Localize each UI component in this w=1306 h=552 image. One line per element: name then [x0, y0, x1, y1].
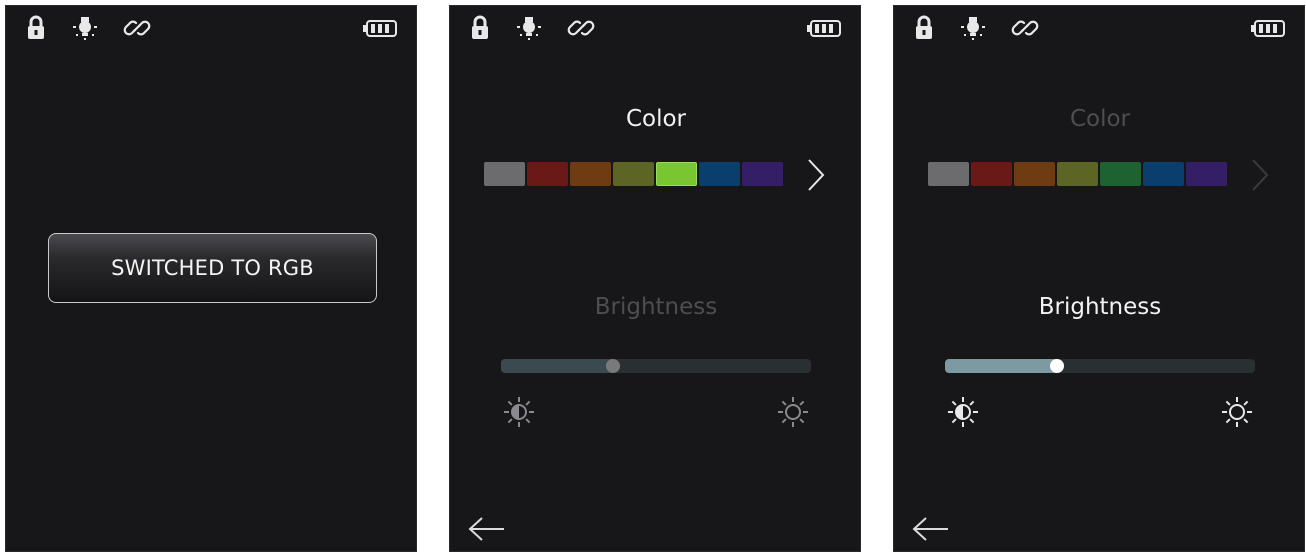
color-swatch[interactable]	[699, 162, 740, 186]
arrow-left-icon[interactable]	[467, 514, 507, 544]
color-title: Color	[625, 106, 687, 132]
bulb-icon	[73, 17, 97, 40]
arrow-left-icon[interactable]	[911, 514, 951, 544]
brightness-slider[interactable]	[945, 359, 1255, 373]
switched-to-rgb-label: SWITCHED TO RGB	[111, 256, 314, 280]
color-swatch[interactable]	[1057, 162, 1098, 186]
lock-icon	[472, 15, 488, 39]
sun-outline-icon	[1222, 397, 1252, 427]
brightness-title: Brightness	[1038, 294, 1162, 320]
brightness-slider-fill	[945, 359, 1057, 373]
sun-outline-icon	[778, 397, 808, 427]
color-title: Color	[1069, 106, 1131, 132]
color-swatch[interactable]	[1186, 162, 1227, 186]
link-icon	[1011, 20, 1039, 36]
color-swatch[interactable]	[1100, 162, 1141, 186]
battery-icon	[1251, 20, 1285, 37]
color-swatch[interactable]	[742, 162, 783, 186]
link-icon	[567, 20, 595, 36]
brightness-slider-thumb[interactable]	[1049, 359, 1064, 373]
color-swatch[interactable]	[527, 162, 568, 186]
color-swatch[interactable]	[928, 162, 969, 186]
sun-half-icon	[504, 397, 534, 427]
screen-rgb-notice: SWITCHED TO RGB	[5, 5, 417, 552]
color-palette	[484, 162, 784, 186]
color-swatch[interactable]	[570, 162, 611, 186]
bulb-icon	[961, 17, 985, 40]
screen-brightness-focus: Color Brightness	[893, 5, 1305, 552]
lock-icon	[916, 15, 932, 39]
bulb-icon	[517, 17, 541, 40]
color-swatch[interactable]	[656, 162, 697, 186]
brightness-slider[interactable]	[501, 359, 811, 373]
color-swatch[interactable]	[1014, 162, 1055, 186]
sun-half-icon	[948, 397, 978, 427]
chevron-right-icon[interactable]	[1250, 157, 1270, 193]
color-swatch[interactable]	[1143, 162, 1184, 186]
battery-icon	[363, 20, 397, 37]
brightness-slider-fill	[501, 359, 613, 373]
link-icon	[123, 20, 151, 36]
brightness-title: Brightness	[594, 294, 718, 320]
color-palette	[928, 162, 1228, 186]
color-swatch[interactable]	[971, 162, 1012, 186]
color-swatch[interactable]	[613, 162, 654, 186]
color-swatch[interactable]	[484, 162, 525, 186]
brightness-slider-thumb[interactable]	[605, 359, 620, 373]
switched-to-rgb-button[interactable]: SWITCHED TO RGB	[48, 233, 377, 303]
battery-icon	[807, 20, 841, 37]
chevron-right-icon[interactable]	[806, 157, 826, 193]
lock-icon	[28, 15, 44, 39]
screen-color-focus: Color Brightness	[449, 5, 861, 552]
